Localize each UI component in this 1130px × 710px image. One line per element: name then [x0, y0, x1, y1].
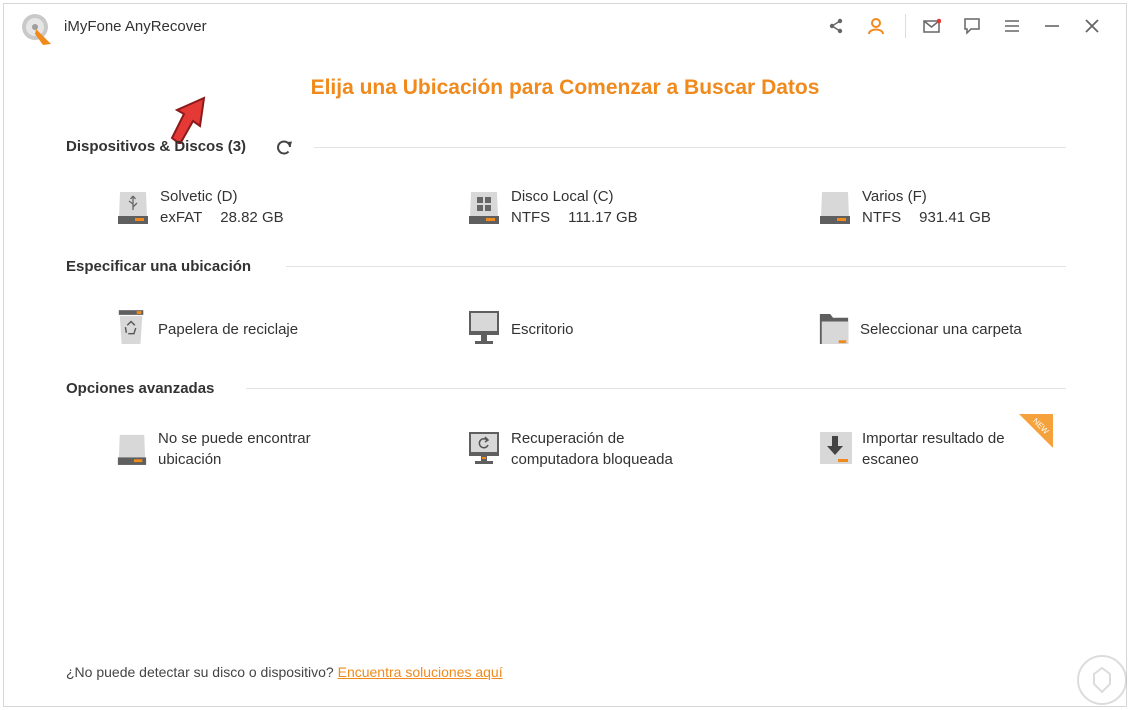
footer-question: ¿No puede detectar su disco o dispositiv… — [66, 664, 334, 680]
advanced-item-lost-location[interactable]: No se puede encontrar ubicación — [116, 428, 311, 470]
advanced-label-line2: computadora bloqueada — [511, 451, 673, 468]
crashed-computer-icon — [469, 432, 499, 464]
section-divider — [246, 388, 1066, 389]
desktop-icon — [469, 311, 499, 344]
device-name: Solvetic (D) — [160, 188, 238, 205]
import-icon — [820, 432, 852, 464]
location-label: Seleccionar una carpeta — [860, 321, 1022, 338]
minimize-icon[interactable] — [1042, 16, 1062, 36]
windows-drive-icon — [469, 192, 499, 224]
toolbar-separator — [905, 14, 906, 38]
advanced-item-import-scan[interactable]: Importar resultado de escaneo — [818, 428, 1005, 470]
advanced-label-line2: ubicación — [158, 451, 222, 468]
account-icon[interactable] — [866, 16, 886, 36]
device-filesystem: exFAT — [160, 209, 203, 226]
location-item-recycle-bin[interactable]: Papelera de reciclaje — [116, 309, 298, 349]
advanced-label-line1: Recuperación de — [511, 430, 625, 447]
devices-section-title: Dispositivos & Discos (3) — [66, 138, 247, 155]
advanced-label-line1: No se puede encontrar — [158, 430, 311, 447]
annotation-arrow-icon — [170, 96, 206, 144]
usb-drive-icon — [118, 192, 148, 224]
device-filesystem: NTFS — [511, 209, 551, 226]
device-name: Disco Local (C) — [511, 188, 614, 205]
device-name: Varios (F) — [862, 188, 927, 205]
close-icon[interactable] — [1082, 16, 1102, 36]
device-size: 111.17 GB — [568, 209, 638, 226]
refresh-icon[interactable] — [274, 138, 294, 158]
lost-drive-icon — [117, 434, 147, 465]
footer: ¿No puede detectar su disco o dispositiv… — [66, 664, 503, 680]
solutions-link[interactable]: Encuentra soluciones aquí — [338, 664, 503, 680]
device-size: 28.82 GB — [220, 209, 284, 226]
app-window: iMyFone AnyRecover Elija una Ubicación p… — [3, 3, 1127, 707]
app-title: iMyFone AnyRecover — [64, 18, 207, 35]
device-size: 931.41 GB — [919, 209, 991, 226]
location-item-desktop[interactable]: Escritorio — [467, 309, 574, 349]
device-filesystem: NTFS — [862, 209, 902, 226]
app-logo-icon — [22, 14, 51, 45]
title-bar: iMyFone AnyRecover — [4, 4, 1126, 52]
device-item-solvetic[interactable]: Solvetic (D) exFAT 28.82 GB — [116, 186, 284, 228]
watermark-logo-icon — [1077, 655, 1127, 705]
mail-icon[interactable] — [922, 16, 942, 36]
folder-icon — [819, 313, 849, 345]
new-badge: NEW — [1019, 414, 1053, 448]
recycle-bin-icon — [118, 310, 144, 345]
advanced-label-line2: escaneo — [862, 451, 919, 468]
feedback-icon[interactable] — [962, 16, 982, 36]
advanced-section-title: Opciones avanzadas — [66, 380, 215, 397]
section-divider — [314, 147, 1066, 148]
location-section-title: Especificar una ubicación — [66, 258, 252, 275]
menu-icon[interactable] — [1002, 16, 1022, 36]
location-item-folder[interactable]: Seleccionar una carpeta — [818, 309, 1022, 349]
share-icon[interactable] — [826, 16, 846, 36]
section-divider — [286, 266, 1066, 267]
location-label: Papelera de reciclaje — [158, 321, 299, 338]
device-item-disco-local[interactable]: Disco Local (C) NTFS 111.17 GB — [467, 186, 638, 228]
advanced-item-crashed-computer[interactable]: Recuperación de computadora bloqueada — [467, 428, 673, 470]
device-item-varios[interactable]: Varios (F) NTFS 931.41 GB — [818, 186, 991, 228]
hard-drive-icon — [820, 192, 850, 224]
location-label: Escritorio — [511, 321, 574, 338]
advanced-label-line1: Importar resultado de — [862, 430, 1005, 447]
